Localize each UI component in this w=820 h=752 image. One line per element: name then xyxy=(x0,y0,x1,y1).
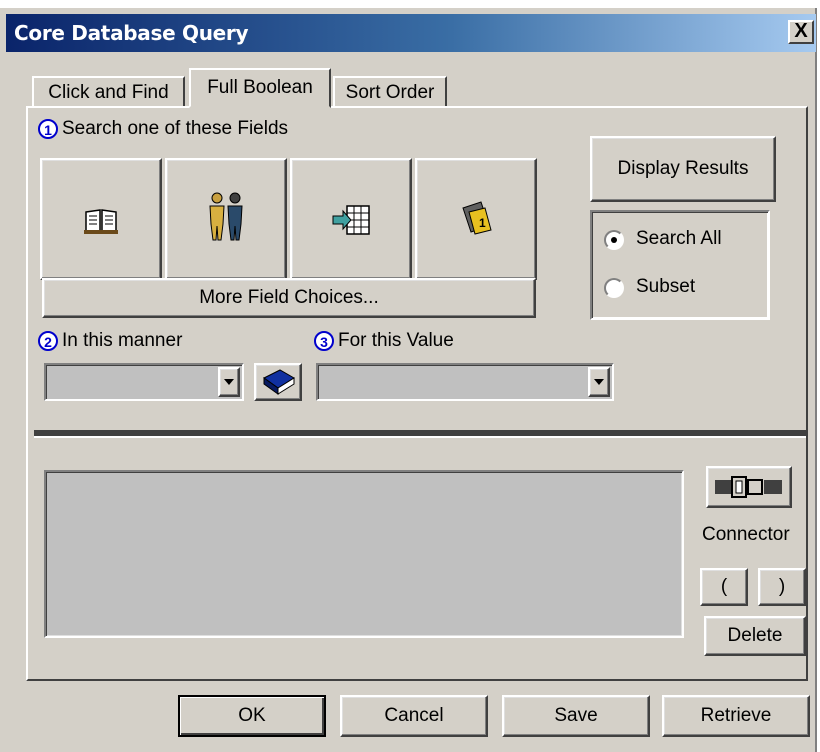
field-button-import[interactable] xyxy=(290,158,412,280)
subset-label[interactable]: Subset xyxy=(636,276,695,298)
step2-label: In this manner xyxy=(62,330,183,351)
save-button[interactable]: Save xyxy=(502,695,650,737)
connector-label: Connector xyxy=(702,524,790,545)
query-dialog: Core Database Query X Click and Find Ful… xyxy=(0,8,817,752)
open-paren-button[interactable]: ( xyxy=(700,568,748,606)
svg-text:1: 1 xyxy=(479,216,486,230)
subset-radio[interactable] xyxy=(604,278,624,298)
step1-label: Search one of these Fields xyxy=(62,118,289,139)
step1-number-badge: 1 xyxy=(38,118,58,139)
tab-full-boolean[interactable]: Full Boolean xyxy=(189,68,331,108)
section-divider xyxy=(34,430,806,438)
search-scope-group: Search All Subset xyxy=(590,210,770,320)
book-icon xyxy=(84,209,118,234)
step3-label: For this Value xyxy=(338,330,454,351)
tab-click-and-find[interactable]: Click and Find xyxy=(32,76,185,108)
manner-combo[interactable] xyxy=(44,363,244,401)
chevron-down-icon xyxy=(224,379,234,385)
delete-button[interactable]: Delete xyxy=(704,616,806,656)
display-results-button[interactable]: Display Results xyxy=(590,136,776,202)
close-paren-button[interactable]: ) xyxy=(758,568,806,606)
chevron-down-icon xyxy=(594,379,604,385)
search-all-radio[interactable] xyxy=(604,230,624,250)
tag-icon: 1 xyxy=(462,201,492,235)
value-combo[interactable] xyxy=(316,363,614,401)
retrieve-button[interactable]: Retrieve xyxy=(662,695,810,737)
manner-dropdown-button[interactable] xyxy=(218,367,240,397)
window-title: Core Database Query xyxy=(14,21,249,45)
ok-button[interactable]: OK xyxy=(178,695,326,737)
step3-number-badge: 3 xyxy=(314,330,334,351)
connector-button[interactable] xyxy=(706,466,792,508)
book-lookup-icon xyxy=(263,369,295,395)
field-button-people[interactable] xyxy=(165,158,287,280)
cancel-button[interactable]: Cancel xyxy=(340,695,488,737)
connector-icon xyxy=(715,476,782,498)
query-box[interactable] xyxy=(44,470,684,638)
value-dropdown-button[interactable] xyxy=(588,367,610,397)
more-field-choices-button[interactable]: More Field Choices... xyxy=(42,278,536,318)
manner-book-button[interactable] xyxy=(254,363,302,401)
step2-number-badge: 2 xyxy=(38,330,58,351)
people-icon xyxy=(209,192,243,241)
step2-heading: 2 In this manner xyxy=(38,330,182,352)
close-button[interactable]: X xyxy=(788,20,814,44)
title-bar[interactable]: Core Database Query X xyxy=(6,14,816,52)
import-grid-icon xyxy=(332,205,370,235)
tab-sort-order[interactable]: Sort Order xyxy=(333,76,447,108)
search-all-label[interactable]: Search All xyxy=(636,228,722,250)
step1-heading: 1 Search one of these Fields xyxy=(38,118,288,140)
step3-heading: 3 For this Value xyxy=(314,330,454,352)
field-button-tag[interactable]: 1 xyxy=(415,158,537,280)
field-button-book[interactable] xyxy=(40,158,162,280)
